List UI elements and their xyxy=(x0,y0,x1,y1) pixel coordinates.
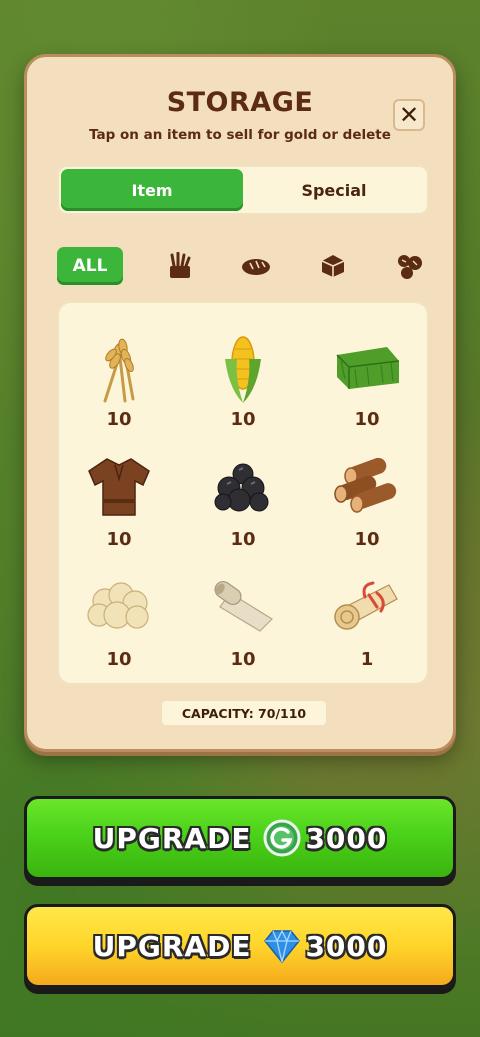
upgrade-gold-button[interactable]: UPGRADE 3000 xyxy=(24,796,456,880)
cloth-roll-icon xyxy=(203,569,283,645)
item-quantity: 10 xyxy=(354,409,380,430)
product-filter-icon[interactable] xyxy=(313,247,353,285)
tab-special[interactable]: Special xyxy=(243,169,425,211)
bakery-filter-icon[interactable] xyxy=(236,247,276,285)
item-slot-corn[interactable]: 10 xyxy=(181,311,305,431)
item-slot-cloth[interactable]: 10 xyxy=(181,551,305,671)
upgrade-label: UPGRADE xyxy=(92,821,252,855)
hay-bale-icon xyxy=(327,329,407,405)
close-icon: ✕ xyxy=(398,101,420,129)
item-quantity: 10 xyxy=(106,529,132,550)
wood-logs-icon xyxy=(327,449,407,525)
corn-icon xyxy=(203,329,283,405)
item-quantity: 10 xyxy=(106,649,132,670)
item-slot-wheat[interactable]: 10 xyxy=(57,311,181,431)
storage-panel: STORAGE Tap on an item to sell for gold … xyxy=(24,54,456,752)
item-slot-scroll[interactable]: 1 xyxy=(305,551,429,671)
wheat-icon xyxy=(79,329,159,405)
item-quantity: 1 xyxy=(360,649,374,670)
panel-title: STORAGE xyxy=(166,87,314,118)
filter-all-button[interactable]: ALL xyxy=(57,247,123,285)
upgrade-price: 3000 xyxy=(305,821,388,855)
close-button[interactable]: ✕ xyxy=(393,99,425,131)
item-slot-coal[interactable]: 10 xyxy=(181,431,305,551)
coal-icon xyxy=(203,449,283,525)
scroll-icon xyxy=(327,569,407,645)
item-quantity: 10 xyxy=(230,409,256,430)
item-slot-wool[interactable]: 10 xyxy=(57,551,181,671)
item-quantity: 10 xyxy=(230,529,256,550)
item-slot-shirt[interactable]: 10 xyxy=(57,431,181,551)
items-grid: 10 10 10 10 10 10 10 10 1 xyxy=(57,301,429,685)
item-quantity: 10 xyxy=(106,409,132,430)
filter-bar: ALL xyxy=(57,247,429,285)
gold-coin-icon xyxy=(263,819,301,857)
item-slot-hay[interactable]: 10 xyxy=(305,311,429,431)
tab-item[interactable]: Item xyxy=(61,169,243,211)
gem-icon xyxy=(263,927,301,965)
panel-subtitle: Tap on an item to sell for gold or delet… xyxy=(89,127,391,143)
wool-icon xyxy=(79,569,159,645)
crop-filter-icon[interactable] xyxy=(160,247,200,285)
item-quantity: 10 xyxy=(354,529,380,550)
item-quantity: 10 xyxy=(230,649,256,670)
category-tabs: Item Special xyxy=(57,165,429,215)
upgrade-price: 3000 xyxy=(305,929,388,963)
shirt-icon xyxy=(79,449,159,525)
capacity-label: CAPACITY: 70/110 xyxy=(162,701,326,725)
upgrade-gem-button[interactable]: UPGRADE 3000 xyxy=(24,904,456,988)
material-filter-icon[interactable] xyxy=(389,247,429,285)
upgrade-label: UPGRADE xyxy=(92,929,252,963)
item-slot-wood[interactable]: 10 xyxy=(305,431,429,551)
